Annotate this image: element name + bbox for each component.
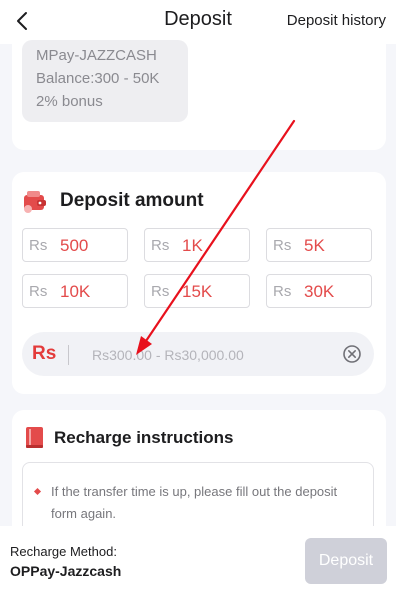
chevron-left-icon[interactable] (12, 10, 34, 32)
deposit-amount-header: Deposit amount (22, 188, 204, 214)
custom-amount-field: Rs (22, 332, 374, 376)
bottom-action-bar: Recharge Method: OPPay-Jazzcash Deposit (0, 526, 396, 592)
option-currency: Rs (151, 283, 170, 300)
currency-prefix: Rs (32, 343, 57, 364)
amount-input[interactable] (90, 340, 334, 370)
amount-option-500[interactable]: Rs 500 (22, 228, 128, 262)
channel-balance-range: Balance:300 - 50K (36, 70, 160, 87)
recharge-method-value: OPPay-Jazzcash (10, 563, 122, 579)
option-value: 1K (182, 236, 203, 255)
channel-bonus: 2% bonus (36, 93, 103, 110)
recharge-method-label: Recharge Method: (10, 544, 117, 559)
instructions-title: Recharge instructions (54, 428, 234, 447)
amount-option-10k[interactable]: Rs 10K (22, 274, 128, 308)
option-value: 30K (304, 282, 335, 301)
diamond-bullet-icon (33, 487, 42, 496)
clear-icon[interactable] (342, 344, 362, 364)
option-value: 10K (60, 282, 91, 301)
option-currency: Rs (273, 237, 292, 254)
instructions-header: Recharge instructions (24, 426, 234, 450)
amount-option-1k[interactable]: Rs 1K (144, 228, 250, 262)
instruction-item: If the transfer time is up, please fill … (51, 484, 338, 521)
deposit-amount-card: Deposit amount Rs 500 Rs 1K Rs 5K Rs 10K… (12, 172, 386, 394)
wallet-icon (24, 191, 46, 213)
payment-method-card: MPay-JAZZCASH Balance:300 - 50K 2% bonus (12, 30, 386, 150)
option-value: 5K (304, 236, 325, 255)
deposit-button[interactable]: Deposit (305, 538, 387, 584)
option-currency: Rs (29, 237, 48, 254)
payment-channel-option[interactable]: MPay-JAZZCASH Balance:300 - 50K 2% bonus (22, 40, 188, 122)
book-icon (26, 427, 43, 448)
recharge-instructions-card: Recharge instructions If the transfer ti… (12, 410, 386, 562)
input-divider (68, 345, 69, 365)
channel-name: MPay-JAZZCASH (36, 47, 157, 64)
option-currency: Rs (273, 283, 292, 300)
option-currency: Rs (151, 237, 170, 254)
deposit-amount-title: Deposit amount (60, 190, 204, 211)
amount-option-15k[interactable]: Rs 15K (144, 274, 250, 308)
amount-option-5k[interactable]: Rs 5K (266, 228, 372, 262)
option-value: 500 (60, 236, 89, 255)
option-currency: Rs (29, 283, 48, 300)
amount-option-30k[interactable]: Rs 30K (266, 274, 372, 308)
option-value: 15K (182, 282, 213, 301)
deposit-history-link[interactable]: Deposit history (287, 12, 386, 29)
